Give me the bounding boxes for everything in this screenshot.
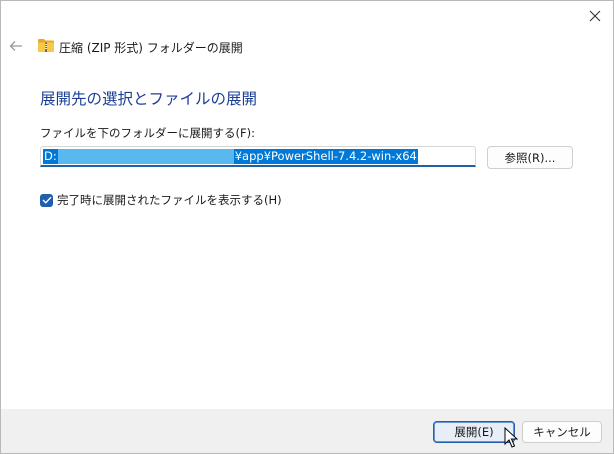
destination-label: ファイルを下のフォルダーに展開する(F):: [40, 126, 255, 140]
mouse-pointer-icon: [504, 427, 518, 448]
path-tail: ¥app¥PowerShell-7.4.2-win-x64: [233, 149, 418, 164]
path-selection: D: ¥app¥PowerShell-7.4.2-win-x64: [43, 149, 418, 164]
window-title: 圧縮 (ZIP 形式) フォルダーの展開: [59, 41, 243, 55]
back-button[interactable]: [5, 35, 27, 57]
browse-button[interactable]: 参照(R)...: [487, 146, 573, 169]
destination-path-input[interactable]: D: ¥app¥PowerShell-7.4.2-win-x64: [40, 146, 476, 167]
show-files-option[interactable]: 完了時に展開されたファイルを表示する(H): [40, 192, 282, 208]
cancel-button[interactable]: キャンセル: [522, 421, 602, 443]
close-button[interactable]: [577, 1, 613, 31]
zip-folder-icon: [38, 39, 54, 52]
close-icon: [589, 10, 601, 22]
show-files-checkbox[interactable]: [40, 193, 53, 207]
back-arrow-icon: [9, 41, 22, 51]
page-heading: 展開先の選択とファイルの展開: [40, 90, 258, 108]
path-redacted-segment: [57, 149, 234, 164]
show-files-label: 完了時に展開されたファイルを表示する(H): [57, 193, 282, 207]
checkmark-icon: [42, 196, 52, 204]
extract-button[interactable]: 展開(E): [433, 421, 515, 443]
path-drive: D:: [43, 149, 58, 164]
dialog-footer: 展開(E) キャンセル: [1, 409, 613, 453]
extract-dialog: 圧縮 (ZIP 形式) フォルダーの展開 展開先の選択とファイルの展開 ファイル…: [0, 0, 614, 454]
